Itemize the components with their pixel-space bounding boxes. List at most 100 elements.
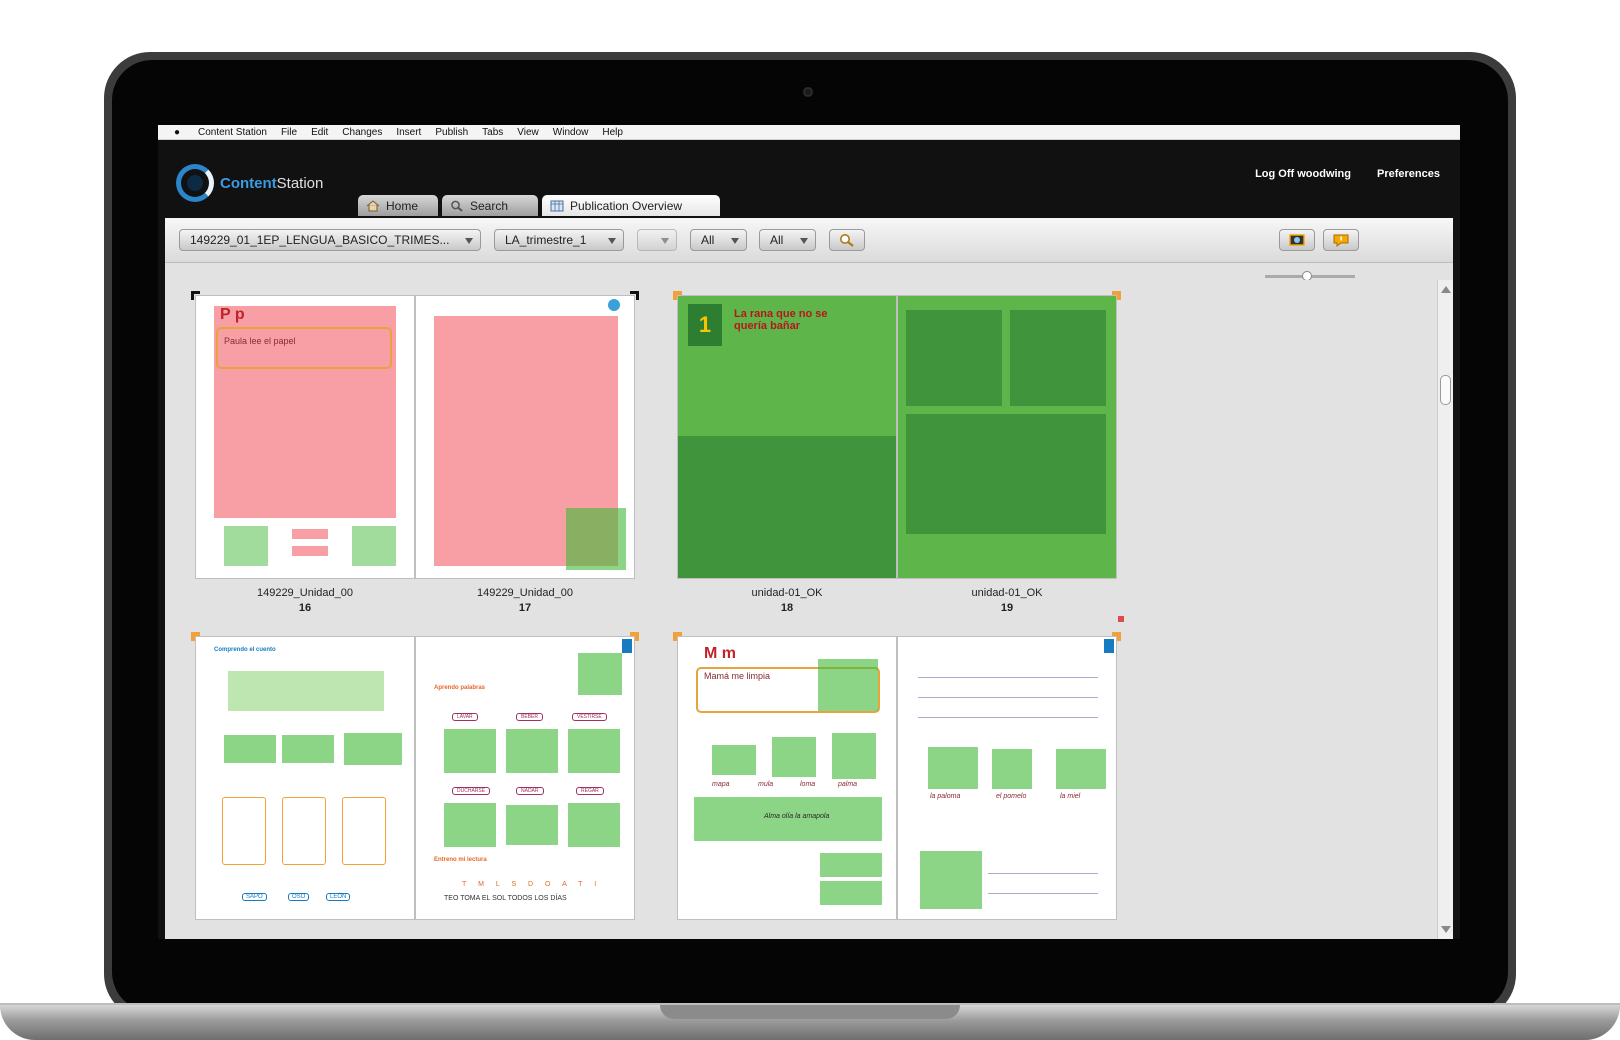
menu-changes[interactable]: Changes [342,127,382,138]
page-file-name: 149229_Unidad_00 [476,587,574,599]
scroll-thumb[interactable] [1440,375,1451,405]
home-icon [366,199,380,211]
spread-22-23[interactable]: M m Mamá me limpia mapa mula loma palma … [673,632,1121,936]
page-thumbnail-20[interactable]: Comprendo el cuento SAPO OSO LEÓN [195,636,415,920]
image-block [920,851,982,909]
status-filter-value: All [701,233,715,247]
answer-chip: LEÓN [326,893,351,901]
scroll-down-icon[interactable] [1441,926,1451,933]
search-button[interactable] [829,229,865,251]
spread-18-19[interactable]: 1 La rana que no se quería bañar unidad-… [673,291,1121,625]
tab-home-label: Home [386,198,419,213]
page-marker-icon [1104,639,1114,653]
scroll-up-icon[interactable] [1441,286,1451,293]
word-chip: VESTIRSE [572,713,607,721]
status-filter-select[interactable]: All [690,229,747,251]
word-chip: BEBER [516,713,543,721]
edition-select[interactable] [637,229,677,251]
answer-chip: OSO [288,893,310,901]
phrase-box [216,327,392,369]
answer-chip: SAPO [242,893,267,901]
globe-icon [608,299,620,311]
page-thumbnail-19[interactable] [897,295,1117,579]
answer-box [222,797,266,865]
section-heading: Comprendo el cuento [214,647,276,653]
top-links: Log Off woodwing Preferences [1255,168,1440,180]
image-block [282,735,334,763]
word-label: mula [758,781,774,788]
image-block [832,733,876,779]
image-block [712,745,756,775]
comic-panel [906,414,1106,534]
page-number: 17 [518,602,532,614]
page-thumbnail-17[interactable] [415,295,635,579]
page-heading: P p [220,306,245,323]
image-block [506,729,558,773]
menu-insert[interactable]: Insert [396,127,421,138]
menu-tabs[interactable]: Tabs [482,127,503,138]
word-label: mapa [712,781,730,788]
chevron-down-icon [731,238,739,244]
writing-line [988,893,1098,894]
page-file-name: 149229_Unidad_00 [256,587,354,599]
camera-preview-icon [1289,234,1305,246]
page-thumbnail-16[interactable]: P p Paula lee el papel [195,295,415,579]
writing-line [988,873,1098,874]
main-tabs: Home Search Publication Overview [358,195,720,216]
answer-box [342,797,386,865]
word-label: loma [800,781,816,788]
preview-button[interactable] [1279,229,1315,251]
page-caption-17: 149229_Unidad_00 17 [415,587,635,614]
page-thumbnail-23[interactable]: la paloma el pomelo la miel [897,636,1117,920]
page-number: 19 [1000,602,1014,614]
spread-16-17[interactable]: P p Paula lee el papel 149229_Unidad_00 … [191,291,639,625]
tab-publication-overview-label: Publication Overview [570,198,683,213]
reading-sentence: TEO TOMA EL SOL TODOS LOS DÍAS [444,895,567,902]
image-block [444,803,496,847]
unit-number-badge: 1 [688,304,722,346]
comic-panel [906,310,1002,406]
screen: ● Content Station File Edit Changes Inse… [158,125,1460,939]
word-label: la paloma [930,793,961,800]
page-thumbnail-18[interactable]: 1 La rana que no se quería bañar [677,295,897,579]
picture-sentence: Alma olía la amapola [764,813,830,820]
vertical-scrollbar[interactable] [1437,280,1453,939]
menu-help[interactable]: Help [602,127,623,138]
page-thumbnail-22[interactable]: M m Mamá me limpia mapa mula loma palma … [677,636,897,920]
menu-publish[interactable]: Publish [435,127,468,138]
menu-window[interactable]: Window [553,127,589,138]
spread-20-21[interactable]: Comprendo el cuento SAPO OSO LEÓN Aprend… [191,632,639,936]
category-filter-select[interactable]: All [759,229,816,251]
image-block [344,733,402,765]
page-caption-19: unidad-01_OK 19 [897,587,1117,614]
apple-icon[interactable]: ● [174,127,184,138]
preferences-link[interactable]: Preferences [1377,168,1440,180]
grid-icon [550,200,564,211]
camera-icon [803,87,813,97]
section-heading: Aprendo palabras [434,685,486,691]
publication-overview-panel: 149229_01_1EP_LENGUA_BASICO_TRIMES... LA… [165,218,1453,939]
app-window: ContentStation Log Off woodwing Preferen… [158,140,1460,939]
menu-app[interactable]: Content Station [198,127,267,138]
publication-select[interactable]: 149229_01_1EP_LENGUA_BASICO_TRIMES... [179,229,481,251]
image-block [820,881,882,905]
image-block [506,805,558,845]
menu-edit[interactable]: Edit [311,127,328,138]
page-thumbnail-21[interactable]: Aprendo palabras LAVAR BEBER VESTIRSE DU… [415,636,635,920]
tab-home[interactable]: Home [358,195,438,216]
search-icon [840,234,854,247]
tab-search[interactable]: Search [442,195,538,216]
page-heading: M m [704,645,736,662]
menu-file[interactable]: File [281,127,297,138]
issue-select[interactable]: LA_trimestre_1 [494,229,624,251]
tab-publication-overview[interactable]: Publication Overview [542,195,720,216]
logoff-link[interactable]: Log Off woodwing [1255,168,1351,180]
spreads-canvas: P p Paula lee el papel 149229_Unidad_00 … [165,280,1437,939]
logo-icon [176,164,214,202]
note-marker-icon[interactable] [1118,616,1124,622]
menu-view[interactable]: View [517,127,539,138]
word-chip: NADAR [516,787,544,795]
info-button[interactable] [1323,229,1359,251]
answer-box [282,797,326,865]
publication-select-value: 149229_01_1EP_LENGUA_BASICO_TRIMES... [190,233,450,247]
